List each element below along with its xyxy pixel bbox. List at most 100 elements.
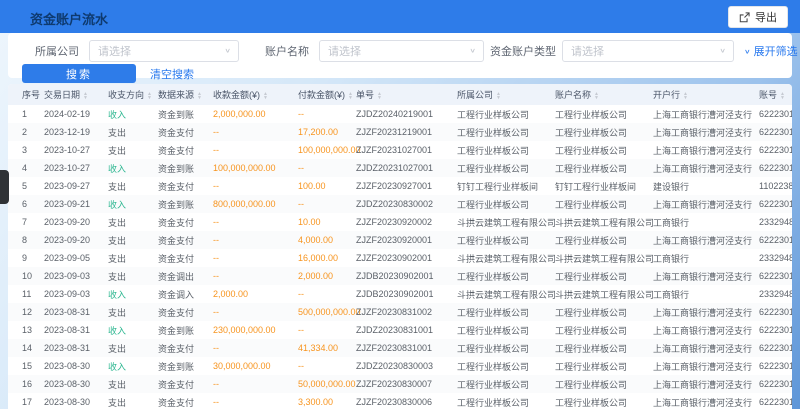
sort-icon[interactable]: ▲▼ (147, 92, 152, 100)
sort-icon[interactable]: ▲▼ (263, 92, 268, 100)
account-name-select[interactable]: 请选择 ∨ (319, 40, 484, 62)
drawer-handle[interactable] (0, 170, 9, 204)
cell-account_no: 622230111 (759, 123, 792, 141)
cell-account_name: 钉钉工程行业样板间 (555, 177, 653, 195)
cell-direction: 收入 (108, 105, 158, 123)
cell-pay: 17,200.00 (298, 123, 356, 141)
table-row: 142023-08-31支出资金支付--41,334.00ZJZF2023083… (8, 339, 792, 357)
cell-account_name: 工程行业样板公司 (555, 375, 653, 393)
sort-icon[interactable]: ▲▼ (496, 92, 501, 100)
cell-pay: 2,000.00 (298, 267, 356, 285)
cell-company: 工程行业样板公司 (457, 231, 555, 249)
cell-receive: 30,000,000.00 (213, 357, 298, 375)
cell-receive: -- (213, 123, 298, 141)
cell-bank: 工商银行 (653, 249, 759, 267)
cell-order_no: ZJDB20230902001 (356, 285, 457, 303)
column-header-company[interactable]: 所属公司▲▼ (457, 84, 555, 105)
cell-bank: 建设银行 (653, 177, 759, 195)
column-header-bank[interactable]: 开户行▲▼ (653, 84, 759, 105)
export-button[interactable]: 导出 (728, 6, 788, 28)
column-header-pay[interactable]: 付款金额(¥)▲▼ (298, 84, 356, 105)
cell-date: 2023-08-30 (44, 393, 108, 409)
filter-row: 所属公司 请选择 ∨ 账户名称 请选择 ∨ 资金账户类型 请选择 ∨ ∨ 展开筛… (8, 40, 792, 62)
cell-company: 工程行业样板公司 (457, 123, 555, 141)
filter-group-company: 所属公司 请选择 ∨ (35, 40, 239, 62)
expand-filters-label: 展开筛选 (754, 43, 798, 59)
clear-search-link[interactable]: 清空搜索 (150, 66, 194, 82)
cell-company: 工程行业样板公司 (457, 393, 555, 409)
cell-pay: 16,000.00 (298, 249, 356, 267)
cell-source: 资金支付 (158, 303, 213, 321)
cell-pay: -- (298, 195, 356, 213)
cell-order_no: ZJZF20230920001 (356, 231, 457, 249)
cell-date: 2023-09-27 (44, 177, 108, 195)
cell-source: 资金支付 (158, 177, 213, 195)
column-header-account_name[interactable]: 账户名称▲▼ (555, 84, 653, 105)
table-row: 82023-09-20支出资金支付--4,000.00ZJZF202309200… (8, 231, 792, 249)
cell-direction: 支出 (108, 141, 158, 159)
cell-receive: -- (213, 231, 298, 249)
cell-account_name: 工程行业样板公司 (555, 303, 653, 321)
cell-source: 资金到账 (158, 159, 213, 177)
sort-icon[interactable]: ▲▼ (780, 92, 785, 100)
cell-account_name: 工程行业样板公司 (555, 195, 653, 213)
cell-direction: 支出 (108, 249, 158, 267)
account-type-select[interactable]: 请选择 ∨ (562, 40, 734, 62)
cell-account_no: 622230111 (759, 357, 792, 375)
sort-icon[interactable]: ▲▼ (348, 92, 353, 100)
cell-order_no: ZJDB20230902001 (356, 267, 457, 285)
filter-group-account-name: 账户名称 请选择 ∨ (265, 40, 484, 62)
cell-direction: 支出 (108, 267, 158, 285)
cell-account_no: 23329489 (759, 213, 792, 231)
cell-source: 资金调入 (158, 285, 213, 303)
cell-account_no: 622230111 (759, 105, 792, 123)
table-row: 62023-09-21收入资金到账800,000,000.00--ZJDZ202… (8, 195, 792, 213)
cell-account_no: 622230111 (759, 375, 792, 393)
column-header-receive[interactable]: 收款金额(¥)▲▼ (213, 84, 298, 105)
cell-company: 斗拱云建筑工程有限公司 (457, 285, 555, 303)
table-row: 42023-10-27收入资金到账100,000,000.00--ZJDZ202… (8, 159, 792, 177)
cell-source: 资金支付 (158, 393, 213, 409)
column-header-source[interactable]: 数据来源▲▼ (158, 84, 213, 105)
account-name-select-placeholder: 请选择 (328, 43, 361, 59)
cell-no: 3 (8, 141, 44, 159)
cell-date: 2023-08-31 (44, 339, 108, 357)
sort-icon[interactable]: ▲▼ (377, 92, 382, 100)
sort-icon[interactable]: ▲▼ (197, 92, 202, 100)
sort-icon[interactable]: ▲▼ (594, 92, 599, 100)
column-header-account_no[interactable]: 账号▲▼ (759, 84, 792, 105)
column-header-no: 序号 (8, 84, 44, 105)
cell-date: 2023-09-20 (44, 213, 108, 231)
cell-bank: 上海工商银行漕河泾支行 (653, 303, 759, 321)
cell-company: 工程行业样板公司 (457, 339, 555, 357)
sort-icon[interactable]: ▲▼ (83, 92, 88, 100)
table-row: 172023-08-30支出资金支付--3,300.00ZJZF20230830… (8, 393, 792, 409)
cell-receive: -- (213, 213, 298, 231)
cell-receive: 230,000,000.00 (213, 321, 298, 339)
cell-pay: -- (298, 105, 356, 123)
cell-company: 工程行业样板公司 (457, 303, 555, 321)
cell-bank: 上海工商银行漕河泾支行 (653, 231, 759, 249)
search-button[interactable]: 搜索 (22, 64, 136, 83)
column-header-date[interactable]: 交易日期▲▼ (44, 84, 108, 105)
company-select-placeholder: 请选择 (98, 43, 131, 59)
cell-source: 资金支付 (158, 231, 213, 249)
company-select[interactable]: 请选择 ∨ (89, 40, 239, 62)
cell-company: 工程行业样板公司 (457, 267, 555, 285)
cell-direction: 支出 (108, 375, 158, 393)
cell-order_no: ZJZF20231027001 (356, 141, 457, 159)
cell-pay: 41,334.00 (298, 339, 356, 357)
cell-no: 14 (8, 339, 44, 357)
cell-source: 资金支付 (158, 375, 213, 393)
filter-panel: 所属公司 请选择 ∨ 账户名称 请选择 ∨ 资金账户类型 请选择 ∨ ∨ 展开筛… (8, 33, 792, 78)
expand-filters-link[interactable]: ∨ 展开筛选 (744, 43, 798, 59)
cell-order_no: ZJZF20230920002 (356, 213, 457, 231)
table-body: 12024-02-19收入资金到账2,000,000.00--ZJDZ20240… (8, 105, 792, 409)
cell-account_name: 工程行业样板公司 (555, 141, 653, 159)
cell-pay: -- (298, 321, 356, 339)
column-header-order_no[interactable]: 单号▲▼ (356, 84, 457, 105)
cell-account_no: 622230111 (759, 393, 792, 409)
sort-icon[interactable]: ▲▼ (683, 92, 688, 100)
cell-order_no: ZJZF20230831001 (356, 339, 457, 357)
column-header-direction[interactable]: 收支方向▲▼ (108, 84, 158, 105)
